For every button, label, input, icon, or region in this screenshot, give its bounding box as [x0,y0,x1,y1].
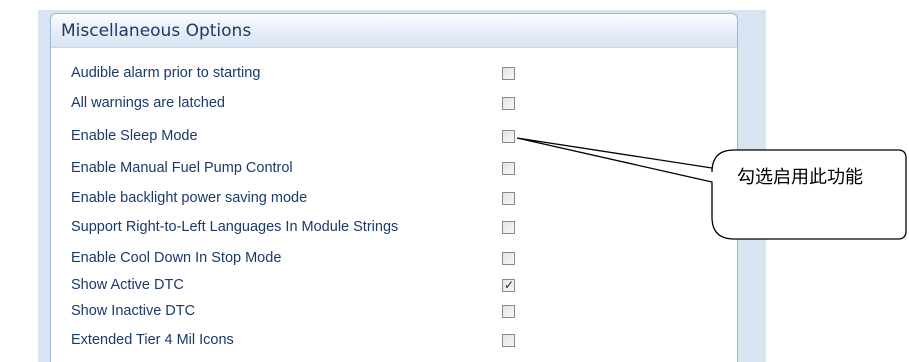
option-row-sleep-mode[interactable]: Enable Sleep Mode [71,124,531,150]
option-label: Enable Manual Fuel Pump Control [71,160,293,176]
option-checkbox[interactable] [502,252,515,265]
option-row-active-dtc[interactable]: Show Active DTC ✓ [71,273,531,299]
panel-header: Miscellaneous Options [51,14,737,48]
option-label: Enable Cool Down In Stop Mode [71,250,282,266]
option-row-tier4-mil-icons[interactable]: Extended Tier 4 Mil Icons [71,328,531,354]
option-checkbox[interactable] [502,97,515,110]
option-checkbox[interactable] [502,334,515,347]
option-row-backlight-saving[interactable]: Enable backlight power saving mode [71,186,531,212]
option-label: Support Right-to-Left Languages In Modul… [71,219,399,235]
option-label: All warnings are latched [71,95,225,111]
callout-text: 勾选启用此功能 [737,167,863,188]
option-row-cool-down[interactable]: Enable Cool Down In Stop Mode [71,246,531,272]
option-checkbox[interactable] [502,221,515,234]
option-checkbox[interactable] [502,192,515,205]
option-row-warnings-latched[interactable]: All warnings are latched [71,91,531,117]
option-row-inactive-dtc[interactable]: Show Inactive DTC [71,299,531,325]
option-checkbox[interactable] [502,162,515,175]
option-label: Show Active DTC [71,277,184,293]
option-label: Show Inactive DTC [71,303,196,319]
option-row-rtl-languages[interactable]: Support Right-to-Left Languages In Modul… [71,215,531,241]
option-checkbox[interactable] [502,305,515,318]
checkmark-icon: ✓ [504,278,515,292]
panel-title: Miscellaneous Options [61,21,252,41]
option-checkbox[interactable]: ✓ [502,278,515,292]
option-row-manual-fuel-pump[interactable]: Enable Manual Fuel Pump Control [71,156,531,182]
option-label: Audible alarm prior to starting [71,65,261,81]
option-label: Enable backlight power saving mode [71,190,308,206]
option-checkbox[interactable] [502,67,515,80]
option-label: Extended Tier 4 Mil Icons [71,332,234,348]
option-label: Enable Sleep Mode [71,128,198,144]
screenshot-stage: Miscellaneous Options Audible alarm prio… [0,0,909,362]
option-checkbox[interactable] [502,130,515,143]
option-row-audible-alarm[interactable]: Audible alarm prior to starting [71,61,531,87]
